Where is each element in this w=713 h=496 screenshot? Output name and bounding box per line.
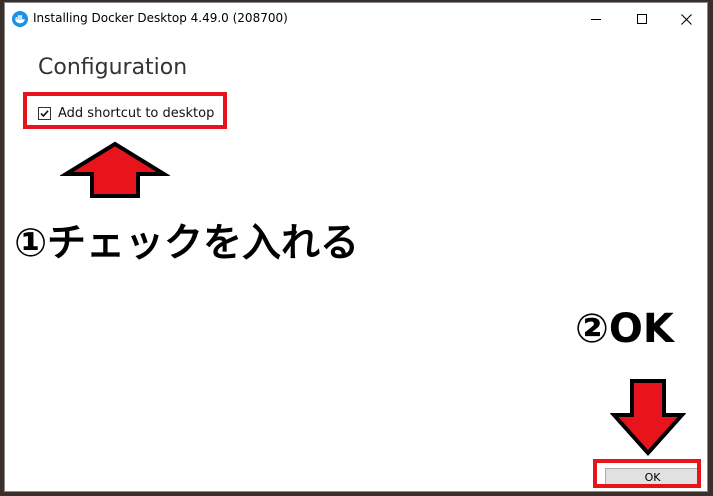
step2-annotation: ②OK xyxy=(575,306,674,352)
minimize-button[interactable] xyxy=(573,3,619,35)
page-title: Configuration xyxy=(38,55,188,80)
title-bar[interactable]: Installing Docker Desktop 4.49.0 (208700… xyxy=(5,3,707,35)
step1-annotation: ①チェックを入れる xyxy=(14,221,360,266)
checkbox-highlight-frame xyxy=(23,92,227,129)
minimize-icon xyxy=(591,14,601,24)
maximize-icon xyxy=(637,14,647,24)
red-down-arrow-icon xyxy=(609,377,687,461)
ok-highlight-frame xyxy=(593,459,701,488)
close-icon xyxy=(680,13,692,25)
red-up-arrow-icon xyxy=(58,140,172,204)
maximize-button[interactable] xyxy=(619,3,665,35)
window-title: Installing Docker Desktop 4.49.0 (208700… xyxy=(33,11,288,25)
docker-whale-icon xyxy=(12,11,28,27)
close-button[interactable] xyxy=(663,3,707,35)
